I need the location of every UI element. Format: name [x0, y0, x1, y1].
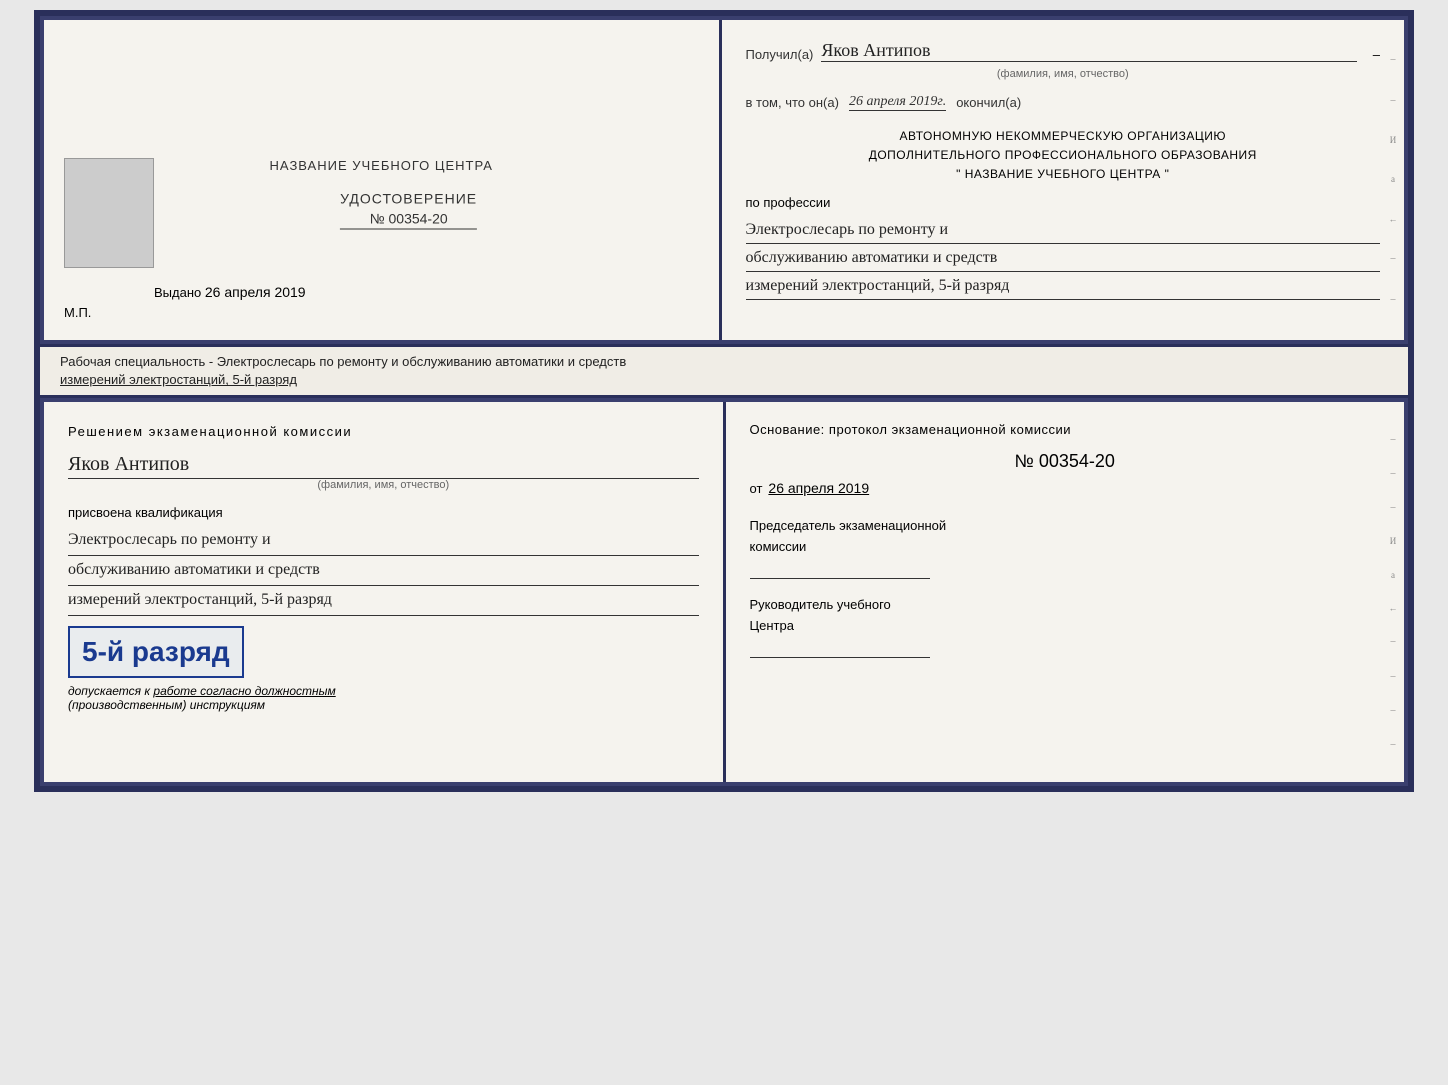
profession-label: по профессии	[746, 195, 1381, 210]
bot-profession-line2: обслуживанию автоматики и средств	[68, 556, 699, 586]
bot-ot-label: от	[750, 481, 763, 496]
bot-predsed-line2: комиссии	[750, 537, 1381, 558]
top-certificate: НАЗВАНИЕ УЧЕБНОГО ЦЕНТРА УДОСТОВЕРЕНИЕ №…	[34, 10, 1414, 347]
document-container: НАЗВАНИЕ УЧЕБНОГО ЦЕНТРА УДОСТОВЕРЕНИЕ №…	[34, 10, 1414, 792]
cert-udost-label: УДОСТОВЕРЕНИЕ	[340, 191, 477, 207]
cert-right-panel: Получил(а) Яков Антипов – (фамилия, имя,…	[722, 20, 1405, 340]
bot-person-name: Яков Антипов	[68, 453, 699, 476]
finished-label: окончил(а)	[956, 95, 1021, 110]
cert-number: № 00354-20	[340, 211, 477, 230]
received-line: Получил(а) Яков Антипов –	[746, 40, 1381, 62]
bot-predsed-sig-line	[750, 578, 930, 579]
side-deco-right-top: – – И а ← – –	[1386, 20, 1400, 340]
bottom-certificate: Решением экзаменационной комиссии Яков А…	[34, 395, 1414, 792]
bot-fio-sub: (фамилия, имя, отчество)	[68, 478, 699, 491]
bot-kvalif-label: присвоена квалификация	[68, 505, 699, 520]
bot-profession-text: Электрослесарь по ремонту и обслуживанию…	[68, 526, 699, 615]
dash-1: –	[1373, 47, 1380, 62]
bot-dopusk-underline: работе согласно должностным	[153, 684, 335, 698]
bot-ruk-line2: Центра	[750, 616, 1381, 637]
profession-text: Электрослесарь по ремонту и обслуживанию…	[746, 216, 1381, 301]
cert-left-panel: НАЗВАНИЕ УЧЕБНОГО ЦЕНТРА УДОСТОВЕРЕНИЕ №…	[44, 20, 722, 340]
fio-sub: (фамилия, имя, отчество)	[746, 68, 1381, 80]
bot-ot-date: 26 апреля 2019	[768, 480, 869, 496]
bot-right-number: № 00354-20	[750, 451, 1381, 472]
separator-line1: Рабочая специальность - Электрослесарь п…	[60, 353, 1388, 371]
bot-dopusk: допускается к работе согласно должностны…	[68, 684, 699, 712]
cert-left-title: НАЗВАНИЕ УЧЕБНОГО ЦЕНТРА	[270, 158, 493, 173]
bot-profession-line1: Электрослесарь по ремонту и	[68, 526, 699, 556]
bot-ruk-sig-line	[750, 657, 930, 658]
person-name: Яков Антипов	[821, 40, 1356, 62]
received-label: Получил(а)	[746, 47, 814, 62]
bot-dopusk-prefix: допускается к	[68, 684, 150, 698]
completion-date: 26 апреля 2019г.	[849, 94, 946, 111]
org-line3: " НАЗВАНИЕ УЧЕБНОГО ЦЕНТРА "	[746, 165, 1381, 184]
bot-right-date-line: от 26 апреля 2019	[750, 480, 1381, 496]
bot-profession-line3: измерений электростанций, 5-й разряд	[68, 586, 699, 616]
separator-row: Рабочая специальность - Электрослесарь п…	[34, 347, 1414, 395]
cert-left-photo	[64, 158, 154, 268]
org-block: АВТОНОМНУЮ НЕКОММЕРЧЕСКУЮ ОРГАНИЗАЦИЮ ДО…	[746, 127, 1381, 185]
bot-stamp-number: 5-й разряд	[82, 636, 230, 668]
cert-mp: М.П.	[64, 305, 91, 320]
bot-right-panel: Основание: протокол экзаменационной коми…	[726, 402, 1405, 782]
cert-issued-date: 26 апреля 2019	[205, 284, 306, 300]
cert-issued-block: Выдано 26 апреля 2019	[154, 284, 306, 300]
bot-stamp-box: 5-й разряд	[68, 626, 244, 678]
in-that-label: в том, что он(а)	[746, 95, 839, 110]
date-line: в том, что он(а) 26 апреля 2019г. окончи…	[746, 94, 1381, 111]
side-deco-right-bot: – – – И а ← – – – –	[1386, 402, 1400, 782]
profession-line3: измерений электростанций, 5-й разряд	[746, 272, 1381, 300]
bot-ruk: Руководитель учебного Центра	[750, 595, 1381, 658]
bot-left-panel: Решением экзаменационной комиссии Яков А…	[44, 402, 726, 782]
bot-osnov: Основание: протокол экзаменационной коми…	[750, 422, 1381, 437]
decision-line: Решением экзаменационной комиссии	[68, 422, 699, 443]
profession-line2: обслуживанию автоматики и средств	[746, 244, 1381, 272]
cert-udost-block: УДОСТОВЕРЕНИЕ № 00354-20	[340, 191, 477, 230]
org-line1: АВТОНОМНУЮ НЕКОММЕРЧЕСКУЮ ОРГАНИЗАЦИЮ	[746, 127, 1381, 146]
bot-ruk-line1: Руководитель учебного	[750, 595, 1381, 616]
profession-line1: Электрослесарь по ремонту и	[746, 216, 1381, 244]
org-line2: ДОПОЛНИТЕЛЬНОГО ПРОФЕССИОНАЛЬНОГО ОБРАЗО…	[746, 146, 1381, 165]
bot-dopusk-paren: (производственным) инструкциям	[68, 698, 265, 712]
separator-line2: измерений электростанций, 5-й разряд	[60, 371, 1388, 389]
cert-issued-label: Выдано	[154, 285, 201, 300]
bot-predsed-line1: Председатель экзаменационной	[750, 516, 1381, 537]
bot-predsed: Председатель экзаменационной комиссии	[750, 516, 1381, 579]
